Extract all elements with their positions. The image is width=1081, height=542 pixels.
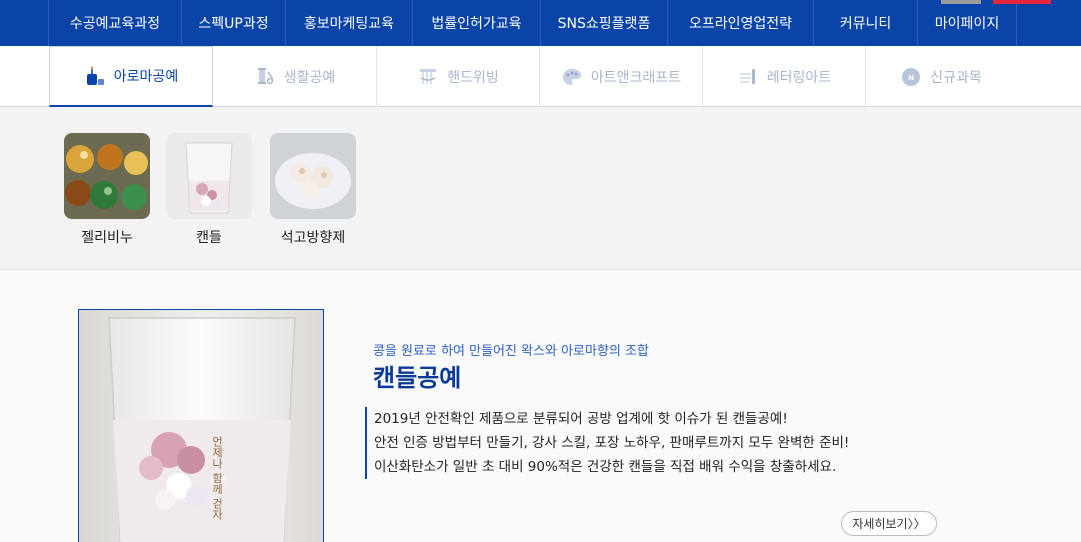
candle-icon bbox=[84, 65, 106, 87]
course-description: 2019년 안전확인 제품으로 분류되어 공방 업계에 핫 이슈가 된 캔들공예… bbox=[365, 407, 925, 479]
category-label: 석고방향제 bbox=[280, 230, 346, 246]
subcategory-strip: 젤리비누 캔들 석고방향제 bbox=[0, 107, 1081, 270]
tab-hand-weaving[interactable]: 핸드위빙 bbox=[377, 46, 540, 107]
tab-label: 레터링아트 bbox=[766, 69, 832, 86]
description-line: 안전 인증 방법부터 만들기, 강사 스킬, 포장 노하우, 판매루트까지 모두… bbox=[374, 435, 850, 451]
nav-item-offline-sales[interactable]: 오프라인영업전략 bbox=[668, 0, 814, 46]
plaster-diffuser-thumbnail bbox=[270, 133, 356, 219]
nav-item-community[interactable]: 커뮤니티 bbox=[814, 0, 918, 46]
tab-label: 아트앤크래프트 bbox=[590, 69, 682, 86]
nav-item-legal-licensing[interactable]: 법률인허가교육 bbox=[413, 0, 541, 46]
tab-lettering-art[interactable]: 레터링아트 bbox=[703, 46, 866, 107]
nav-item-spec-up[interactable]: 스펙UP과정 bbox=[182, 0, 286, 46]
category-tab-list: 아로마공예 생활공예 핸드위빙 아트앤크래프트 레터링아트 N 신규과목 bbox=[49, 46, 1016, 107]
jelly-soap-thumbnail bbox=[64, 133, 150, 219]
sewing-icon bbox=[254, 66, 276, 88]
tab-label: 핸드위빙 bbox=[447, 69, 499, 86]
view-more-button[interactable]: 자세히보기〉〉 bbox=[841, 511, 937, 536]
top-decoration-gray bbox=[941, 0, 981, 4]
description-line: 이산화탄소가 일반 초 대비 90%적은 건강한 캔들을 직접 배워 수익을 창… bbox=[374, 459, 837, 475]
top-navigation-bar: 수공예교육과정 스펙UP과정 홍보마케팅교육 법률인허가교육 SNS쇼핑플랫폼 … bbox=[0, 0, 1081, 46]
pen-icon bbox=[737, 66, 759, 88]
svg-text:N: N bbox=[908, 74, 914, 82]
category-label: 캔들 bbox=[196, 230, 222, 246]
top-decoration-red bbox=[993, 0, 1051, 4]
category-plaster-diffuser[interactable]: 석고방향제 bbox=[269, 133, 357, 247]
tab-new-courses[interactable]: N 신규과목 bbox=[866, 46, 1016, 107]
tab-label: 신규과목 bbox=[930, 69, 982, 86]
category-label: 젤리비누 bbox=[81, 230, 133, 246]
nav-item-marketing[interactable]: 홍보마케팅교육 bbox=[286, 0, 413, 46]
course-title: 캔들공예 bbox=[373, 364, 462, 392]
course-subtitle: 콩을 원료로 하여 만들어진 왁스와 아로마향의 조합 bbox=[373, 344, 649, 359]
nav-item-sns-shopping[interactable]: SNS쇼핑플랫폼 bbox=[541, 0, 668, 46]
nav-item-crafts-courses[interactable]: 수공예교육과정 bbox=[49, 0, 182, 46]
description-line: 2019년 안전확인 제품으로 분류되어 공방 업계에 핫 이슈가 된 캔들공예… bbox=[374, 411, 788, 427]
top-nav-items: 수공예교육과정 스펙UP과정 홍보마케팅교육 법률인허가교육 SNS쇼핑플랫폼 … bbox=[48, 0, 1017, 46]
tab-life-crafts[interactable]: 생활공예 bbox=[213, 46, 377, 107]
course-detail: 언제나 함께 걷자 콩을 원료로 하여 만들어진 왁스와 아로마향의 조합 캔들… bbox=[0, 270, 1081, 542]
candle-thumbnail bbox=[166, 133, 252, 219]
tab-aroma-crafts[interactable]: 아로마공예 bbox=[49, 46, 213, 107]
candle-hero-image: 언제나 함께 걷자 bbox=[78, 309, 324, 542]
tab-label: 아로마공예 bbox=[113, 69, 179, 85]
tab-label: 생활공예 bbox=[283, 69, 336, 86]
hero-caption: 언제나 함께 걷자 bbox=[211, 436, 224, 520]
nav-item-mypage[interactable]: 마이페이지 bbox=[918, 0, 1017, 46]
category-candle[interactable]: 캔들 bbox=[165, 133, 253, 247]
category-tabs: 아로마공예 생활공예 핸드위빙 아트앤크래프트 레터링아트 N 신규과목 bbox=[0, 46, 1081, 107]
tab-art-and-craft[interactable]: 아트앤크래프트 bbox=[540, 46, 703, 107]
category-jelly-soap[interactable]: 젤리비누 bbox=[63, 133, 151, 247]
weaving-icon bbox=[417, 66, 439, 88]
palette-icon bbox=[561, 66, 583, 88]
new-badge-icon: N bbox=[900, 66, 922, 88]
